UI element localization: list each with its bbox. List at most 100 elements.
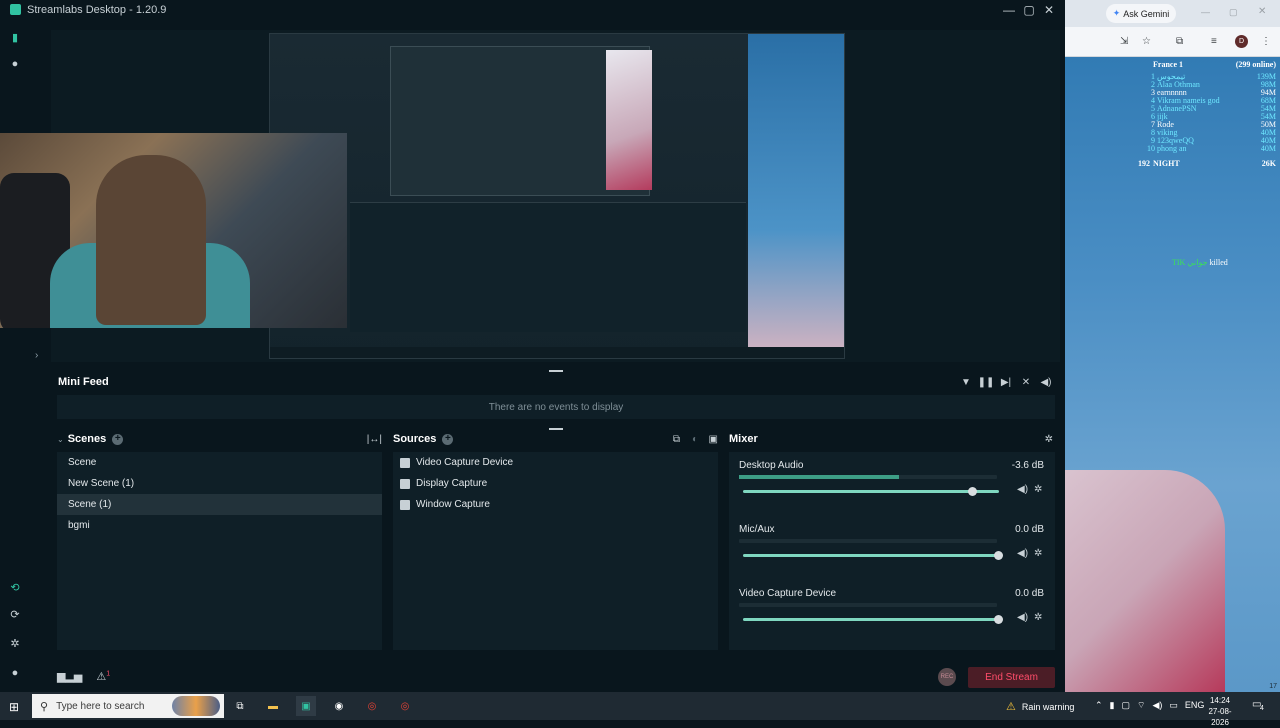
chrome-icon[interactable]: ◎ xyxy=(362,696,382,716)
volume-icon[interactable]: ◀) xyxy=(1038,374,1054,390)
add-folder-icon[interactable]: ▣ xyxy=(709,434,718,445)
clock-time: 14:24 xyxy=(1209,696,1231,705)
channel-name: Desktop Audio xyxy=(739,460,804,471)
volume-meter xyxy=(739,603,997,607)
monitor-icon xyxy=(400,478,410,489)
capture-icon[interactable]: ▢ xyxy=(1122,700,1131,711)
system-tray: ⌃ ▮ ▢ ⌔ ◀) ▭ ENG xyxy=(1095,700,1204,711)
install-icon[interactable]: ⇲ xyxy=(1120,36,1128,47)
volume-slider-knob[interactable] xyxy=(968,487,978,496)
add-source-button[interactable]: + xyxy=(442,433,454,445)
streamlabs-taskbar-icon[interactable]: ▣ xyxy=(296,696,316,716)
scene-item[interactable]: New Scene (1) xyxy=(57,473,382,494)
volume-slider[interactable] xyxy=(743,487,999,496)
left-nav: ▮ ● ⟲ ⟳ ✲ ● xyxy=(0,19,30,692)
alert-icon[interactable]: ⚠1 xyxy=(96,670,110,683)
streamlabs-window: Streamlabs Desktop - 1.20.9 — ▢ ✕ ▮ ● ⟲ … xyxy=(0,0,1065,692)
filter-icon[interactable]: ▼ xyxy=(958,374,974,390)
4k-app-icon[interactable]: ◉ xyxy=(329,696,349,716)
leaderboard-row: 10 phong an 40M xyxy=(1145,145,1276,153)
killfeed-killer: TIK جواني xyxy=(1172,258,1208,267)
folder-icon[interactable]: ⧉ xyxy=(673,434,680,445)
channel-name: Mic/Aux xyxy=(739,524,775,535)
layout-icon[interactable]: ⟳ xyxy=(9,608,21,621)
volume-meter xyxy=(739,539,997,543)
maximize-icon[interactable]: ▢ xyxy=(1019,0,1039,19)
source-item[interactable]: Display Capture xyxy=(393,473,718,494)
pause-icon[interactable]: ❚❚ xyxy=(978,374,995,390)
editor-icon[interactable]: ▮ xyxy=(9,31,21,44)
chevron-right-icon[interactable]: › xyxy=(35,350,38,361)
collapse-icon[interactable]: ⌄ xyxy=(57,435,64,444)
lock-icon[interactable]: ◐ xyxy=(692,434,698,445)
close-icon[interactable]: ✕ xyxy=(1039,0,1059,19)
scene-transitions-icon[interactable]: |↔| xyxy=(367,434,382,445)
taskbar-search[interactable]: ⚲ Type here to search xyxy=(32,694,224,718)
settings-gear-icon[interactable]: ✲ xyxy=(9,637,21,650)
notification-icon[interactable]: ▭ 4 xyxy=(1252,699,1264,712)
webcam-feed xyxy=(0,133,347,328)
file-explorer-icon[interactable]: ▬ xyxy=(263,696,283,716)
record-button[interactable]: REC xyxy=(938,668,956,686)
channel-settings-icon[interactable]: ✲ xyxy=(1034,484,1042,495)
menu-kebab-icon[interactable]: ⋮ xyxy=(1261,36,1271,47)
search-placeholder: Type here to search xyxy=(56,700,145,712)
battery-icon[interactable]: ▭ xyxy=(1169,700,1178,711)
sources-list: Video Capture Device Display Capture Windo… xyxy=(393,452,718,650)
mixer-panel: Desktop Audio -3.6 dB ◀) ✲ Mic/Aux 0.0 dB ◀) ✲ V… xyxy=(729,452,1055,650)
network-icon[interactable]: ⌔ xyxy=(1137,700,1145,711)
weather-widget[interactable]: ⚠ Rain warning xyxy=(1006,700,1074,713)
source-label: Display Capture xyxy=(416,478,488,489)
chrome-profile-icon[interactable]: ◎ xyxy=(395,696,415,716)
source-item[interactable]: Video Capture Device xyxy=(393,452,718,473)
footer-left: ▆▂▅ ⚠1 xyxy=(57,670,110,683)
mute-icon[interactable]: ◀) xyxy=(1017,612,1028,623)
close-icon[interactable]: ✕ xyxy=(1258,6,1266,17)
scene-item[interactable]: bgmi xyxy=(57,515,382,536)
play-icon[interactable]: ● xyxy=(9,58,21,70)
bookmark-star-icon[interactable]: ☆ xyxy=(1142,36,1151,47)
mic-icon[interactable]: ▮ xyxy=(1110,700,1115,711)
profile-icon[interactable]: ● xyxy=(9,667,21,679)
channel-settings-icon[interactable]: ✲ xyxy=(1034,548,1042,559)
volume-slider[interactable] xyxy=(743,615,1003,624)
tray-expand-icon[interactable]: ⌃ xyxy=(1095,700,1103,711)
webcam-icon xyxy=(400,457,410,468)
nested-editor-panels xyxy=(350,202,746,332)
reading-list-icon[interactable]: ≡ xyxy=(1211,36,1217,47)
studio-mode-icon[interactable]: ⟲ xyxy=(9,581,21,594)
add-scene-button[interactable]: + xyxy=(112,433,124,445)
end-stream-button[interactable]: End Stream xyxy=(968,667,1055,688)
minifeed-tools: ▼ ❚❚ ▶| ✕ ◀) xyxy=(958,374,1054,390)
extensions-icon[interactable]: ⧉ xyxy=(1176,36,1183,47)
volume-slider-knob[interactable] xyxy=(994,615,1003,624)
task-view-icon[interactable]: ⧉ xyxy=(230,696,250,716)
windows-start-icon[interactable]: ⊞ xyxy=(9,700,19,714)
channel-settings-icon[interactable]: ✲ xyxy=(1034,612,1042,623)
scene-item[interactable]: Scene xyxy=(57,452,382,473)
source-item[interactable]: Window Capture xyxy=(393,494,718,515)
minimize-icon[interactable]: — xyxy=(999,0,1019,19)
volume-slider-knob[interactable] xyxy=(994,551,1003,560)
mute-icon[interactable]: ◀) xyxy=(1017,548,1028,559)
taskbar-clock[interactable]: 14:24 27-08-2026 xyxy=(1200,695,1240,728)
stats-icon[interactable]: ▆▂▅ xyxy=(57,670,82,683)
volume-meter-fill xyxy=(739,475,899,479)
window-title: Streamlabs Desktop - 1.20.9 xyxy=(27,3,167,16)
speaker-icon[interactable]: ◀) xyxy=(1152,700,1162,711)
minimize-icon[interactable]: — xyxy=(1201,7,1210,17)
skip-icon[interactable]: ▶| xyxy=(998,374,1014,390)
stream-preview[interactable] xyxy=(0,30,1060,362)
profile-avatar[interactable]: D xyxy=(1235,35,1248,48)
nested-browser xyxy=(748,34,844,358)
leaderboard-name: phong an xyxy=(1157,144,1187,153)
leaderboard-online: (299 online) xyxy=(1235,60,1276,69)
maximize-icon[interactable]: ▢ xyxy=(1229,7,1238,18)
ask-gemini-button[interactable]: ✦ Ask Gemini xyxy=(1106,4,1176,23)
scene-item[interactable]: Scene (1) xyxy=(57,494,382,515)
volume-slider[interactable] xyxy=(743,551,1003,560)
browser-corner-text: 17 xyxy=(1269,683,1277,690)
mute-alerts-icon[interactable]: ✕ xyxy=(1018,374,1034,390)
mute-icon[interactable]: ◀) xyxy=(1017,484,1028,495)
mixer-settings-icon[interactable]: ✲ xyxy=(1045,434,1053,445)
